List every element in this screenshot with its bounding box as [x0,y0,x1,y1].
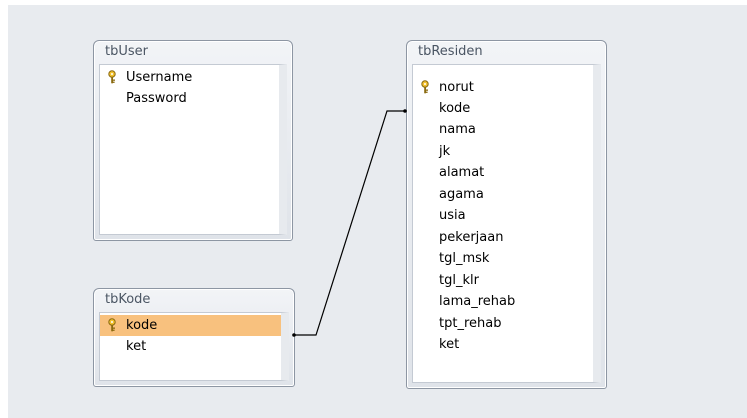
field-name: agama [439,187,484,202]
field-row-nama[interactable]: nama [413,119,593,140]
field-name: usia [439,208,466,223]
field-row-tpt-rehab[interactable]: tpt_rehab [413,313,593,334]
key-icon [421,80,429,94]
field-name: lama_rehab [439,294,516,309]
field-name: tpt_rehab [439,316,502,331]
field-name: ket [439,337,460,352]
field-name: tgl_klr [439,273,479,288]
field-name: ket [126,339,147,354]
field-row-jk[interactable]: jk [413,141,593,162]
field-name: norut [439,80,474,95]
field-name: Username [126,70,193,85]
field-name: jk [439,144,451,159]
field-row-lama-rehab[interactable]: lama_rehab [413,291,593,312]
field-name: tgl_msk [439,251,490,266]
field-list-tbUser: Username Password [99,64,287,235]
field-list-tbResiden: norut kode nama jk alamat agama usia pek… [412,64,601,383]
key-icon [108,318,116,332]
field-row-tgl-klr[interactable]: tgl_klr [413,270,593,291]
field-row-norut[interactable]: norut [413,77,593,98]
field-row-agama[interactable]: agama [413,184,593,205]
field-name: kode [439,101,471,116]
field-list-tbKode: kode ket [99,312,289,381]
table-tbResiden[interactable]: tbResiden norut kode nama jk alamat agam… [406,40,607,389]
field-row-username[interactable]: Username [100,67,279,88]
field-row-pekerjaan[interactable]: pekerjaan [413,227,593,248]
table-tbKode[interactable]: tbKode kode ket [93,288,295,387]
field-row-ket[interactable]: ket [100,336,281,357]
field-row-kode-selected[interactable]: kode [100,315,281,336]
field-row-kode[interactable]: kode [413,98,593,119]
field-name: kode [126,318,158,333]
field-name: pekerjaan [439,230,504,245]
table-title-tbKode[interactable]: tbKode [94,289,294,311]
field-row-ket[interactable]: ket [413,334,593,355]
field-row-usia[interactable]: usia [413,205,593,226]
key-icon [108,70,116,84]
field-row-password[interactable]: Password [100,88,279,109]
field-name: Password [126,91,187,106]
field-name: nama [439,122,476,137]
field-row-alamat[interactable]: alamat [413,162,593,183]
table-title-tbUser[interactable]: tbUser [94,41,292,63]
field-row-tgl-msk[interactable]: tgl_msk [413,248,593,269]
field-name: alamat [439,165,485,180]
table-title-tbResiden[interactable]: tbResiden [407,41,606,63]
table-tbUser[interactable]: tbUser Username Password [93,40,293,241]
